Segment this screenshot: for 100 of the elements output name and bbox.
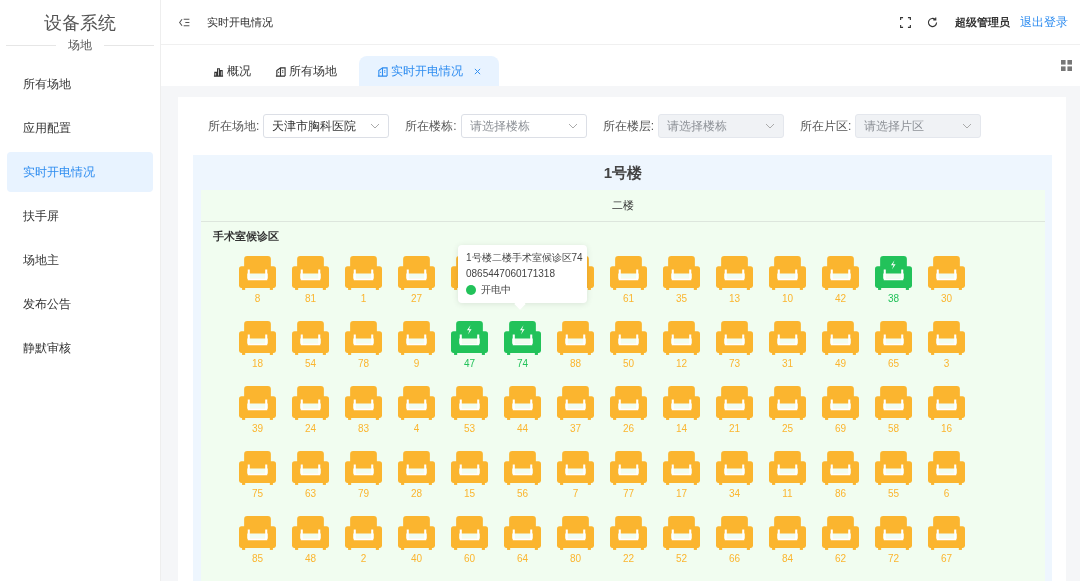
- seat-number: 44: [516, 423, 529, 434]
- armchair-icon[interactable]: [875, 386, 912, 421]
- armchair-icon[interactable]: [451, 451, 488, 486]
- close-icon[interactable]: [474, 67, 481, 75]
- armchair-icon[interactable]: [822, 321, 859, 356]
- armchair-icon[interactable]: [716, 451, 753, 486]
- armchair-icon[interactable]: [769, 516, 806, 551]
- armchair-icon[interactable]: [610, 256, 647, 291]
- armchair-icon[interactable]: [451, 386, 488, 421]
- armchair-icon[interactable]: [504, 451, 541, 486]
- armchair-icon[interactable]: [345, 516, 382, 551]
- sidebar-item[interactable]: 扶手屏: [7, 196, 153, 236]
- armchair-icon[interactable]: [292, 516, 329, 551]
- fullscreen-icon[interactable]: [899, 15, 912, 29]
- charging-armchair-icon[interactable]: [875, 256, 912, 291]
- logout-link[interactable]: 退出登录: [1020, 13, 1068, 31]
- armchair-icon[interactable]: [557, 516, 594, 551]
- armchair-icon[interactable]: [875, 451, 912, 486]
- status-dot: [466, 285, 476, 295]
- armchair-icon[interactable]: [875, 516, 912, 551]
- seat-number: 27: [410, 293, 423, 304]
- armchair-icon[interactable]: [557, 386, 594, 421]
- armchair-icon[interactable]: [345, 451, 382, 486]
- armchair-icon[interactable]: [716, 516, 753, 551]
- armchair-icon[interactable]: [504, 516, 541, 551]
- filter-label: 所在片区:: [800, 117, 852, 135]
- armchair-icon[interactable]: [504, 386, 541, 421]
- building-icon: [377, 65, 388, 77]
- armchair-icon[interactable]: [239, 256, 276, 291]
- armchair-icon[interactable]: [345, 386, 382, 421]
- seat-number: 48: [304, 553, 317, 564]
- sidebar-item[interactable]: 场地主: [7, 240, 153, 280]
- armchair-icon[interactable]: [928, 451, 965, 486]
- armchair-icon[interactable]: [239, 451, 276, 486]
- sidebar-item[interactable]: 静默审核: [7, 328, 153, 368]
- seat-number: 26: [622, 423, 635, 434]
- armchair-icon[interactable]: [398, 451, 435, 486]
- armchair-icon[interactable]: [557, 321, 594, 356]
- armchair-icon[interactable]: [239, 516, 276, 551]
- armchair-icon[interactable]: [716, 386, 753, 421]
- building-name: 1号楼: [602, 163, 644, 183]
- armchair-icon[interactable]: [398, 256, 435, 291]
- armchair-icon[interactable]: [610, 386, 647, 421]
- seat-number: 3: [943, 358, 950, 369]
- armchair-icon[interactable]: [769, 386, 806, 421]
- sidebar-item[interactable]: 发布公告: [7, 284, 153, 324]
- sidebar-item[interactable]: 应用配置: [7, 108, 153, 148]
- seat-number: 88: [569, 358, 582, 369]
- armchair-icon[interactable]: [663, 386, 700, 421]
- armchair-icon[interactable]: [928, 321, 965, 356]
- seat-number: 16: [940, 423, 953, 434]
- charging-armchair-icon[interactable]: [504, 321, 541, 356]
- armchair-icon[interactable]: [875, 321, 912, 356]
- tab[interactable]: 概况: [201, 56, 263, 86]
- armchair-icon[interactable]: [398, 386, 435, 421]
- armchair-icon[interactable]: [822, 256, 859, 291]
- armchair-icon[interactable]: [610, 321, 647, 356]
- seat-number: 22: [622, 553, 635, 564]
- seat-number: 15: [463, 488, 476, 499]
- armchair-icon[interactable]: [345, 256, 382, 291]
- armchair-icon[interactable]: [928, 516, 965, 551]
- armchair-icon[interactable]: [822, 516, 859, 551]
- armchair-icon[interactable]: [822, 451, 859, 486]
- charging-armchair-icon[interactable]: [451, 321, 488, 356]
- seat-number: 85: [251, 553, 264, 564]
- seat-number: 2: [360, 553, 367, 564]
- armchair-icon[interactable]: [663, 516, 700, 551]
- grid-icon[interactable]: [1061, 60, 1072, 71]
- armchair-icon[interactable]: [716, 256, 753, 291]
- armchair-icon[interactable]: [292, 321, 329, 356]
- armchair-icon[interactable]: [928, 386, 965, 421]
- armchair-icon[interactable]: [398, 516, 435, 551]
- armchair-icon[interactable]: [769, 256, 806, 291]
- armchair-icon[interactable]: [610, 516, 647, 551]
- seat-number: 14: [675, 423, 688, 434]
- armchair-icon[interactable]: [557, 451, 594, 486]
- armchair-icon[interactable]: [769, 321, 806, 356]
- armchair-icon[interactable]: [769, 451, 806, 486]
- armchair-icon[interactable]: [239, 386, 276, 421]
- seat-number: 65: [887, 358, 900, 369]
- tab[interactable]: 所有场地: [263, 56, 349, 86]
- armchair-icon[interactable]: [292, 451, 329, 486]
- select-field[interactable]: 天津市胸科医院: [263, 114, 390, 138]
- sidebar-item[interactable]: 所有场地: [7, 64, 153, 104]
- armchair-icon[interactable]: [716, 321, 753, 356]
- armchair-icon[interactable]: [451, 516, 488, 551]
- armchair-icon[interactable]: [928, 256, 965, 291]
- seat-number: 31: [781, 358, 794, 369]
- armchair-icon[interactable]: [239, 321, 276, 356]
- seat-number: 60: [463, 553, 476, 564]
- armchair-icon[interactable]: [292, 386, 329, 421]
- refresh-icon[interactable]: [926, 15, 939, 29]
- armchair-icon[interactable]: [663, 451, 700, 486]
- armchair-icon[interactable]: [292, 256, 329, 291]
- armchair-icon[interactable]: [663, 321, 700, 356]
- armchair-icon[interactable]: [663, 256, 700, 291]
- armchair-icon[interactable]: [345, 321, 382, 356]
- armchair-icon[interactable]: [398, 321, 435, 356]
- armchair-icon[interactable]: [822, 386, 859, 421]
- armchair-icon[interactable]: [610, 451, 647, 486]
